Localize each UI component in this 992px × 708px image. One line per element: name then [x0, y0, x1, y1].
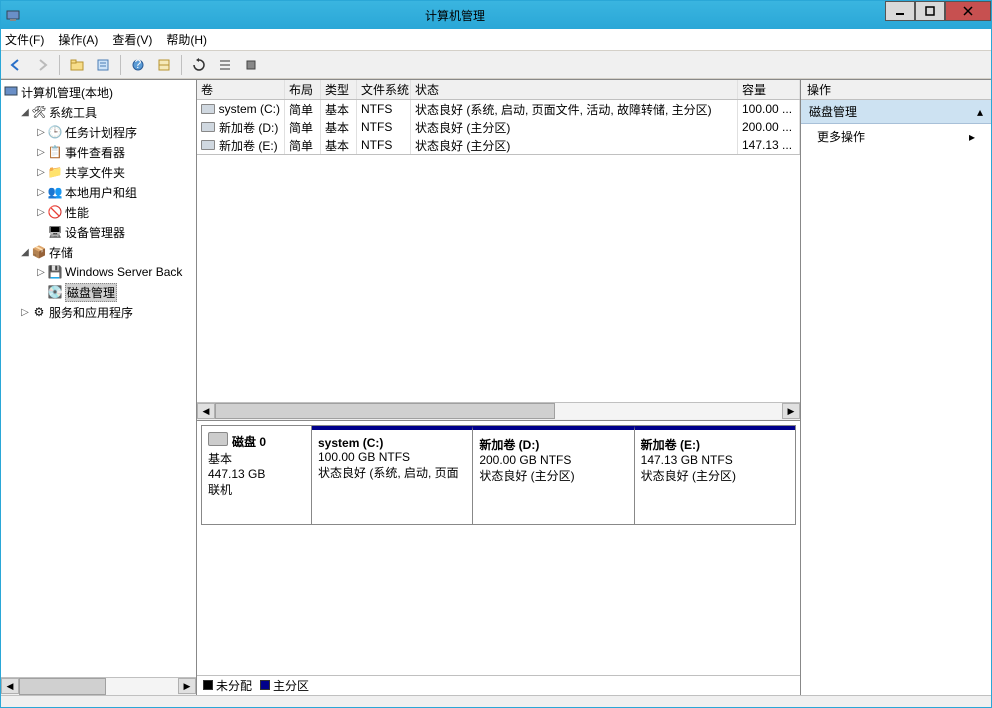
volume-header-row[interactable]: 卷 布局 类型 文件系统 状态 容量: [197, 80, 800, 100]
tree-storage[interactable]: ◢📦存储: [19, 242, 194, 262]
legend: 未分配 主分区: [197, 675, 800, 695]
tree-performance[interactable]: ▷🚫性能: [35, 202, 194, 222]
disk-type: 基本: [208, 450, 305, 467]
disk-info[interactable]: 磁盘 0 基本 447.13 GB 联机: [202, 426, 312, 524]
back-button[interactable]: [5, 54, 27, 76]
actions-more-label: 更多操作: [817, 128, 865, 145]
navigation-tree[interactable]: 计算机管理(本地) ◢🛠系统工具 ▷🕒任务计划程序 ▷📋事件查看器 ▷📁共享文件…: [1, 80, 196, 677]
share-icon: 📁: [47, 164, 63, 180]
volume-row[interactable]: system (C:)简单基本NTFS状态良好 (系统, 启动, 页面文件, 活…: [197, 100, 800, 118]
device-icon: 🖥: [47, 224, 63, 240]
storage-icon: 📦: [31, 244, 47, 260]
window-title: 计算机管理: [25, 7, 885, 24]
col-fs[interactable]: 文件系统: [357, 80, 411, 99]
disk-icon: 💽: [47, 284, 63, 300]
tree-root[interactable]: 计算机管理(本地): [3, 82, 194, 102]
statusbar: [1, 695, 991, 707]
col-capacity[interactable]: 容量: [738, 80, 800, 99]
toolbar: ?: [1, 51, 991, 79]
clock-icon: 🕒: [47, 124, 63, 140]
tree-event-viewer[interactable]: ▷📋事件查看器: [35, 142, 194, 162]
tools-icon: 🛠: [31, 104, 47, 120]
tree-disk-management[interactable]: 💽磁盘管理: [35, 282, 194, 302]
app-icon: [1, 8, 25, 22]
menu-file[interactable]: 文件(F): [5, 31, 44, 48]
menu-action[interactable]: 操作(A): [58, 31, 98, 48]
tree-shared-folders[interactable]: ▷📁共享文件夹: [35, 162, 194, 182]
minimize-button[interactable]: [885, 1, 915, 21]
tree-hscrollbar[interactable]: ◀▶: [1, 677, 196, 695]
chevron-right-icon: ▸: [969, 130, 975, 144]
col-status[interactable]: 状态: [411, 80, 738, 99]
volume-hscrollbar[interactable]: ◀▶: [197, 402, 800, 420]
view-icon[interactable]: [153, 54, 175, 76]
disk-status: 联机: [208, 481, 305, 498]
backup-icon: 💾: [47, 264, 63, 280]
tree-local-users[interactable]: ▷👥本地用户和组: [35, 182, 194, 202]
forward-button[interactable]: [31, 54, 53, 76]
tree-services[interactable]: ▷⚙服务和应用程序: [19, 302, 194, 322]
svg-text:?: ?: [135, 58, 142, 71]
services-icon: ⚙: [31, 304, 47, 320]
perf-icon: 🚫: [47, 204, 63, 220]
volume-row[interactable]: 新加卷 (E:)简单基本NTFS状态良好 (主分区)147.13 ...: [197, 136, 800, 154]
actions-section-label: 磁盘管理: [809, 103, 857, 120]
disk-graphical-view: 磁盘 0 基本 447.13 GB 联机 system (C:)100.00 G…: [197, 420, 800, 676]
users-icon: 👥: [47, 184, 63, 200]
disk-hw-icon: [208, 432, 228, 446]
refresh-icon[interactable]: [188, 54, 210, 76]
help-icon[interactable]: ?: [127, 54, 149, 76]
volume-table: 卷 布局 类型 文件系统 状态 容量 system (C:)简单基本NTFS状态…: [197, 80, 800, 155]
tree-wsb[interactable]: ▷💾Windows Server Back: [35, 262, 194, 282]
collapse-icon[interactable]: ▴: [977, 105, 983, 119]
event-icon: 📋: [47, 144, 63, 160]
folder-up-icon[interactable]: [66, 54, 88, 76]
maximize-button[interactable]: [915, 1, 945, 21]
legend-primary: 主分区: [273, 679, 309, 693]
col-layout[interactable]: 布局: [285, 80, 321, 99]
volume-row[interactable]: 新加卷 (D:)简单基本NTFS状态良好 (主分区)200.00 ...: [197, 118, 800, 136]
tree-task-scheduler[interactable]: ▷🕒任务计划程序: [35, 122, 194, 142]
menubar: 文件(F) 操作(A) 查看(V) 帮助(H): [1, 29, 991, 51]
computer-icon: [3, 84, 19, 100]
partition[interactable]: system (C:)100.00 GB NTFS状态良好 (系统, 启动, 页…: [312, 426, 472, 524]
properties-icon[interactable]: [92, 54, 114, 76]
partition[interactable]: 新加卷 (D:)200.00 GB NTFS状态良好 (主分区): [472, 426, 633, 524]
actions-section[interactable]: 磁盘管理 ▴: [801, 100, 991, 124]
legend-unallocated: 未分配: [216, 679, 252, 693]
actions-more[interactable]: 更多操作 ▸: [801, 124, 991, 149]
close-button[interactable]: [945, 1, 991, 21]
disk-row[interactable]: 磁盘 0 基本 447.13 GB 联机 system (C:)100.00 G…: [201, 425, 796, 525]
settings-icon[interactable]: [240, 54, 262, 76]
menu-help[interactable]: 帮助(H): [166, 31, 207, 48]
col-volume[interactable]: 卷: [197, 80, 285, 99]
tree-system-tools[interactable]: ◢🛠系统工具: [19, 102, 194, 122]
menu-view[interactable]: 查看(V): [112, 31, 152, 48]
disk-label: 磁盘 0: [232, 435, 266, 449]
titlebar: 计算机管理: [1, 1, 991, 29]
list-icon[interactable]: [214, 54, 236, 76]
disk-size: 447.13 GB: [208, 467, 305, 481]
partition[interactable]: 新加卷 (E:)147.13 GB NTFS状态良好 (主分区): [634, 426, 795, 524]
actions-header: 操作: [801, 80, 991, 100]
tree-device-manager[interactable]: 🖥设备管理器: [35, 222, 194, 242]
col-type[interactable]: 类型: [321, 80, 357, 99]
